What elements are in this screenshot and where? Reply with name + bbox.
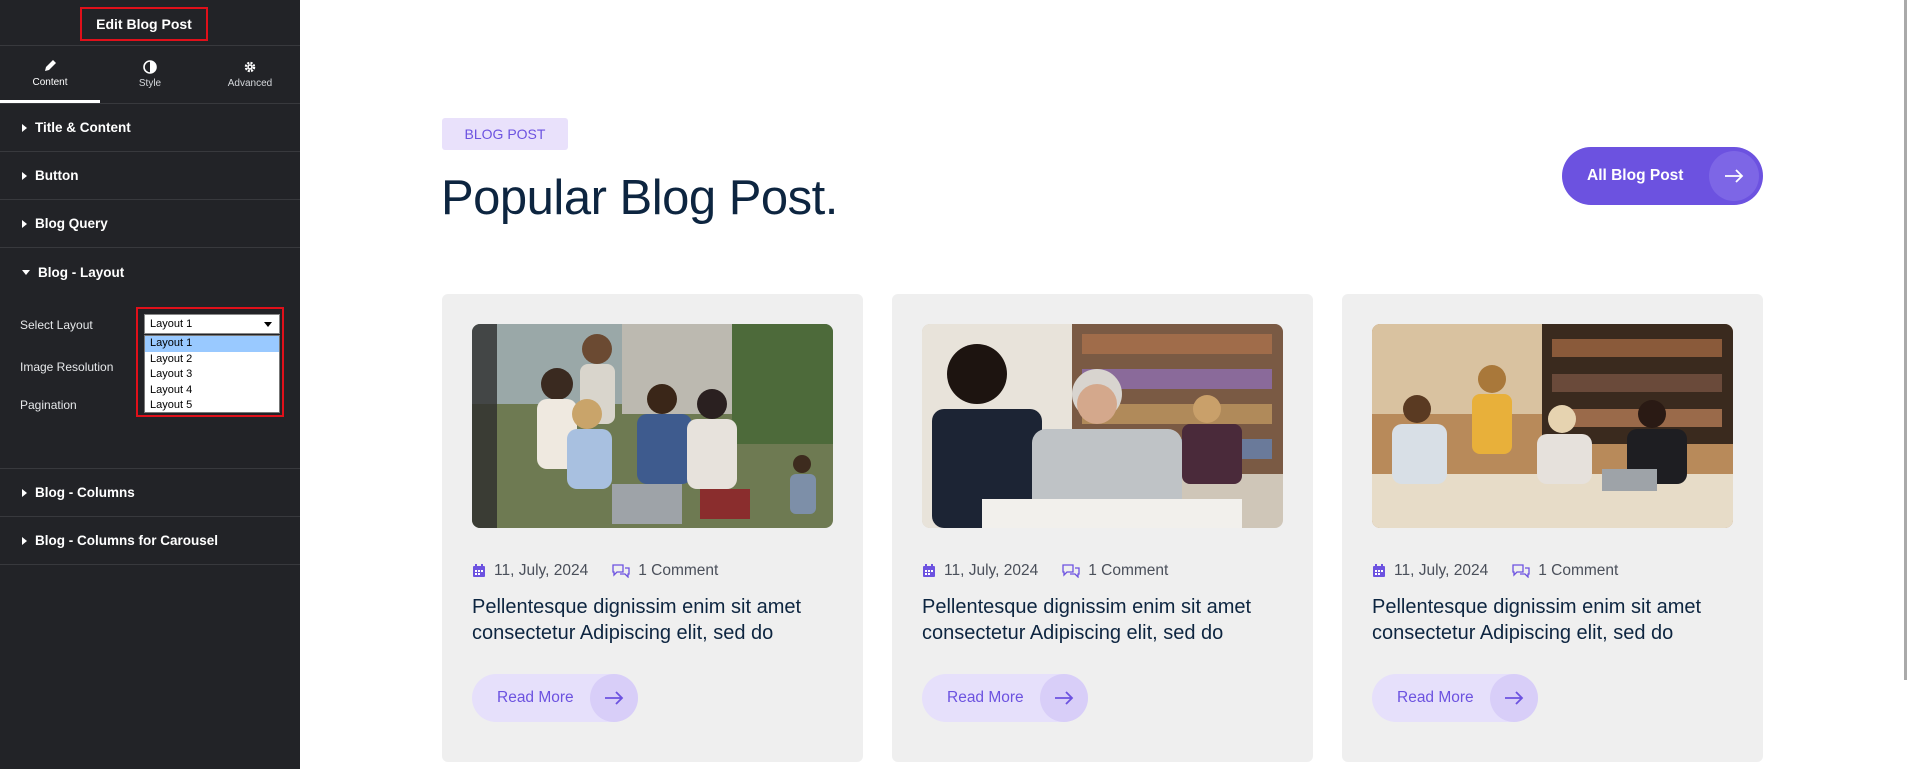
- section-blog-columns[interactable]: Blog - Columns: [0, 469, 300, 517]
- read-more-label: Read More: [497, 689, 574, 706]
- select-layout-label: Select Layout: [20, 318, 93, 332]
- blog-card-date: 11, July, 2024: [1394, 562, 1489, 579]
- section-label: Blog - Columns: [35, 485, 135, 500]
- blog-card-meta: 11, July, 2024 1 Comment: [1372, 562, 1618, 580]
- blog-card-image[interactable]: [472, 324, 833, 528]
- section-blog-query[interactable]: Blog Query: [0, 200, 300, 248]
- select-layout-value: Layout 1: [150, 318, 193, 330]
- layout-option-4[interactable]: Layout 4: [145, 383, 279, 399]
- blog-card-date: 11, July, 2024: [494, 562, 589, 579]
- section-badge: BLOG POST: [442, 118, 568, 150]
- section-blog-columns-carousel[interactable]: Blog - Columns for Carousel: [0, 517, 300, 565]
- section-label: Blog - Layout: [38, 264, 125, 280]
- tab-style-label: Style: [138, 78, 162, 89]
- tab-advanced-label: Advanced: [227, 78, 273, 89]
- section-button[interactable]: Button: [0, 152, 300, 200]
- section-label: Blog - Columns for Carousel: [35, 533, 219, 548]
- caret-right-icon: [22, 123, 27, 132]
- tab-content-label: Content: [32, 76, 68, 88]
- blog-card: 11, July, 2024 1 Comment Pellentesque di…: [892, 294, 1313, 762]
- read-more-button[interactable]: Read More: [472, 674, 638, 722]
- arrow-right-icon: [1490, 674, 1538, 722]
- blog-card: 11, July, 2024 1 Comment Pellentesque di…: [1342, 294, 1763, 762]
- tab-advanced[interactable]: Advanced: [200, 46, 300, 103]
- caret-right-icon: [22, 219, 27, 228]
- page-title: Popular Blog Post.: [441, 171, 838, 225]
- calendar-icon: [1373, 564, 1385, 577]
- layout-option-5[interactable]: Layout 5: [145, 398, 279, 414]
- layout-option-2[interactable]: Layout 2: [145, 352, 279, 368]
- tab-content[interactable]: Content: [0, 46, 100, 103]
- select-layout-dropdown[interactable]: Layout 1: [144, 314, 280, 334]
- editor-panel: Edit Blog Post Content Style Advanced Ti…: [0, 0, 300, 769]
- blog-card-date: 11, July, 2024: [944, 562, 1039, 579]
- page-preview: BLOG POST Popular Blog Post. All Blog Po…: [300, 0, 1907, 769]
- read-more-button[interactable]: Read More: [1372, 674, 1538, 722]
- section-label: Blog Query: [35, 216, 108, 231]
- blog-card-meta: 11, July, 2024 1 Comment: [472, 562, 718, 580]
- arrow-right-icon: [1709, 151, 1759, 201]
- read-more-button[interactable]: Read More: [922, 674, 1088, 722]
- blog-card-comments[interactable]: 1 Comment: [1538, 562, 1618, 580]
- comments-icon: [612, 564, 630, 578]
- pagination-label: Pagination: [20, 398, 77, 412]
- blog-card-title[interactable]: Pellentesque dignissim enim sit amet con…: [922, 594, 1292, 646]
- arrow-right-icon: [590, 674, 638, 722]
- pencil-icon: [45, 59, 56, 71]
- blog-card: 11, July, 2024 1 Comment Pellentesque di…: [442, 294, 863, 762]
- read-more-label: Read More: [1397, 689, 1474, 706]
- section-blog-layout[interactable]: Blog - Layout: [0, 248, 300, 296]
- read-more-label: Read More: [947, 689, 1024, 706]
- section-label: Title & Content: [35, 120, 131, 135]
- contrast-icon: [143, 60, 157, 74]
- comments-icon: [1062, 564, 1080, 578]
- panel-title: Edit Blog Post: [80, 7, 208, 41]
- caret-right-icon: [22, 536, 27, 545]
- layout-option-1[interactable]: Layout 1: [145, 336, 279, 352]
- arrow-right-icon: [1040, 674, 1088, 722]
- layout-options-list: Layout 1 Layout 2 Layout 3 Layout 4 Layo…: [144, 335, 280, 413]
- calendar-icon: [473, 564, 485, 577]
- blog-card-image[interactable]: [922, 324, 1283, 528]
- caret-down-icon: [22, 269, 30, 275]
- section-label: Button: [35, 168, 79, 183]
- blog-layout-controls: Select Layout Image Resolution Paginatio…: [0, 296, 300, 469]
- blog-card-title[interactable]: Pellentesque dignissim enim sit amet con…: [1372, 594, 1742, 646]
- chevron-down-icon: [264, 322, 272, 327]
- comments-icon: [1512, 564, 1530, 578]
- caret-right-icon: [22, 488, 27, 497]
- image-resolution-label: Image Resolution: [20, 360, 114, 374]
- caret-right-icon: [22, 171, 27, 180]
- layout-option-3[interactable]: Layout 3: [145, 367, 279, 383]
- calendar-icon: [923, 564, 935, 577]
- all-blog-post-button[interactable]: All Blog Post: [1562, 147, 1763, 205]
- blog-card-image[interactable]: [1372, 324, 1733, 528]
- panel-tabs: Content Style Advanced: [0, 46, 300, 104]
- tab-style[interactable]: Style: [100, 46, 200, 103]
- blog-card-title[interactable]: Pellentesque dignissim enim sit amet con…: [472, 594, 842, 646]
- blog-card-comments[interactable]: 1 Comment: [1088, 562, 1168, 580]
- gear-icon: [244, 61, 256, 73]
- all-blog-post-label: All Blog Post: [1587, 167, 1684, 184]
- blog-card-comments[interactable]: 1 Comment: [638, 562, 718, 580]
- panel-header: Edit Blog Post: [0, 0, 300, 46]
- blog-card-meta: 11, July, 2024 1 Comment: [922, 562, 1168, 580]
- section-title-content[interactable]: Title & Content: [0, 104, 300, 152]
